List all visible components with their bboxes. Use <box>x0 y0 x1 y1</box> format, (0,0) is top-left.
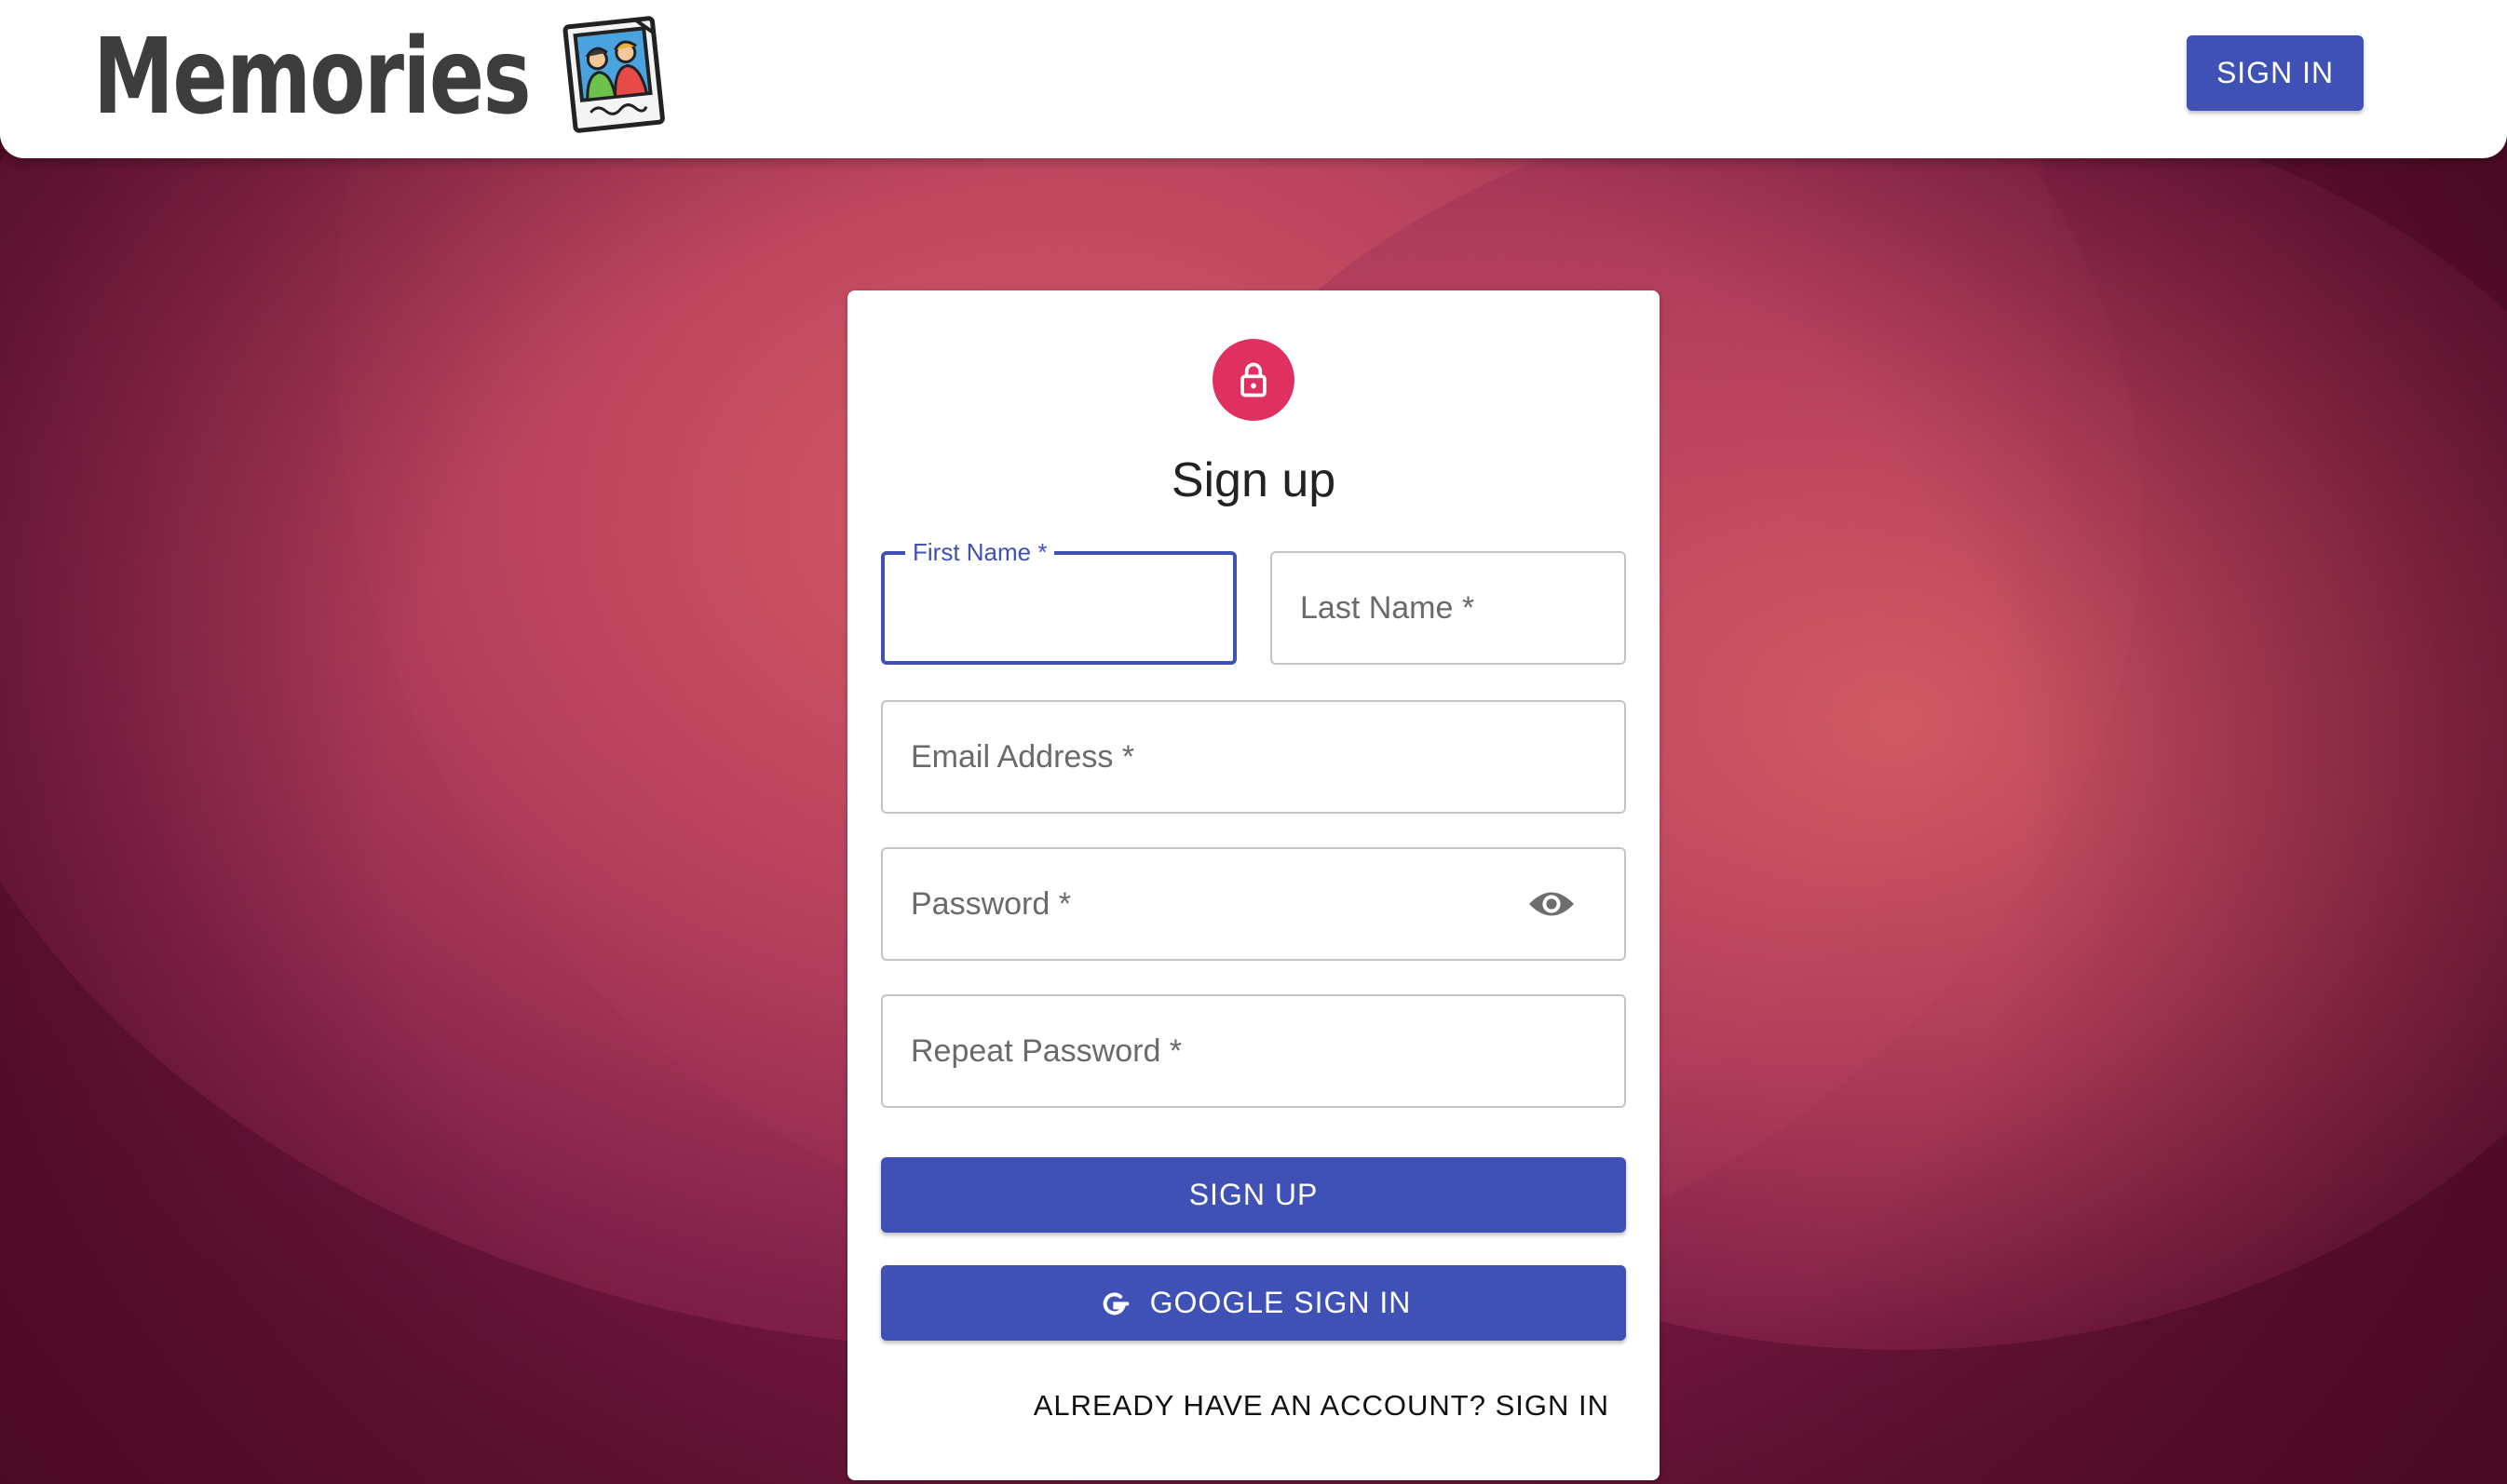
sign-up-label: SIGN UP <box>1188 1178 1319 1211</box>
form-title: Sign up <box>1171 453 1336 507</box>
first-name-field[interactable]: First Name * <box>881 536 1237 665</box>
first-name-label: First Name * <box>905 536 1055 568</box>
sign-up-button[interactable]: SIGN UP <box>881 1157 1626 1233</box>
sign-in-link[interactable]: ALREADY HAVE AN ACCOUNT? SIGN IN <box>1034 1387 1609 1424</box>
last-name-label: Last Name * <box>1300 590 1475 626</box>
photo-memories-icon <box>562 16 665 133</box>
lock-avatar <box>1213 339 1294 421</box>
brand-title[interactable]: Memories <box>93 17 532 138</box>
lock-icon <box>1240 362 1267 398</box>
signup-card: Sign up First Name * Last Name * Email A… <box>847 290 1660 1480</box>
email-label: Email Address * <box>911 739 1134 775</box>
google-icon <box>1103 1291 1129 1315</box>
app-bar: Memories SIGN IN <box>0 0 2507 158</box>
header-sign-in-button[interactable]: SIGN IN <box>2187 35 2364 111</box>
last-name-field[interactable]: Last Name * <box>1270 551 1626 665</box>
email-field[interactable]: Email Address * <box>881 700 1626 814</box>
google-sign-in-button[interactable]: GOOGLE SIGN IN <box>881 1265 1626 1341</box>
google-sign-in-label: GOOGLE SIGN IN <box>1149 1286 1412 1319</box>
eye-icon[interactable] <box>1527 888 1576 920</box>
repeat-password-field[interactable]: Repeat Password * <box>881 994 1626 1108</box>
password-field[interactable]: Password * <box>881 847 1626 961</box>
repeat-password-label: Repeat Password * <box>911 1033 1183 1069</box>
password-label: Password * <box>911 886 1071 922</box>
